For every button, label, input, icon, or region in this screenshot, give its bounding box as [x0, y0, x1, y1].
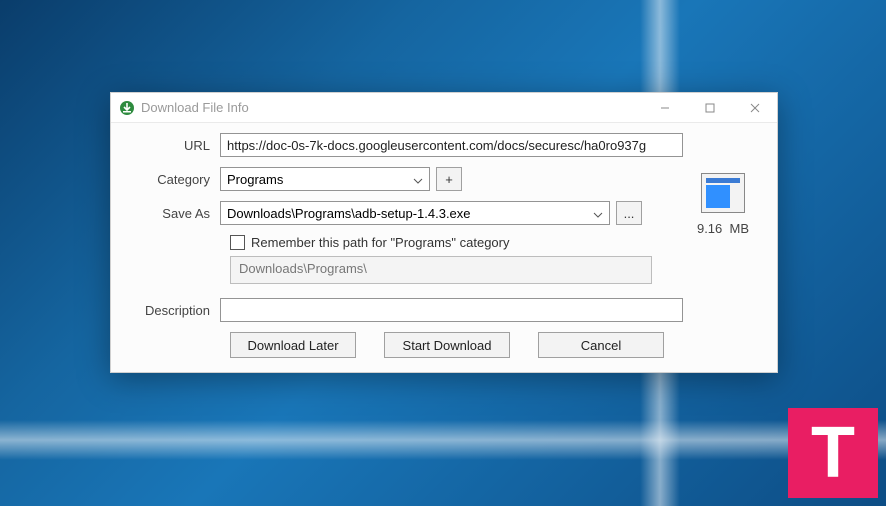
remember-path-label: Remember this path for "Programs" catego…: [251, 235, 510, 250]
remember-path-checkbox[interactable]: [230, 235, 245, 250]
file-size: 9.16 MB: [683, 221, 763, 236]
description-label: Description: [125, 303, 220, 318]
maximize-button[interactable]: [687, 93, 732, 122]
category-select[interactable]: Programs: [220, 167, 430, 191]
category-label: Category: [125, 172, 220, 187]
close-button[interactable]: [732, 93, 777, 122]
category-value: Programs: [227, 172, 411, 187]
saveas-value: Downloads\Programs\adb-setup-1.4.3.exe: [227, 206, 591, 221]
url-label: URL: [125, 138, 220, 153]
description-input[interactable]: [220, 298, 683, 322]
chevron-down-icon: [411, 172, 425, 187]
file-type-icon: [701, 173, 745, 213]
cancel-button[interactable]: Cancel: [538, 332, 664, 358]
start-download-button[interactable]: Start Download: [384, 332, 510, 358]
titlebar[interactable]: Download File Info: [111, 93, 777, 123]
watermark-logo: T: [788, 408, 878, 498]
minimize-button[interactable]: [642, 93, 687, 122]
window-title: Download File Info: [141, 100, 249, 115]
download-later-button[interactable]: Download Later: [230, 332, 356, 358]
remember-path-display: Downloads\Programs\: [230, 256, 652, 284]
url-input[interactable]: [220, 133, 683, 157]
saveas-label: Save As: [125, 206, 220, 221]
add-category-button[interactable]: +: [436, 167, 462, 191]
browse-button[interactable]: ...: [616, 201, 642, 225]
saveas-combobox[interactable]: Downloads\Programs\adb-setup-1.4.3.exe: [220, 201, 610, 225]
idm-app-icon: [119, 100, 135, 116]
chevron-down-icon: [591, 206, 605, 221]
download-file-info-dialog: Download File Info URL Category: [110, 92, 778, 373]
